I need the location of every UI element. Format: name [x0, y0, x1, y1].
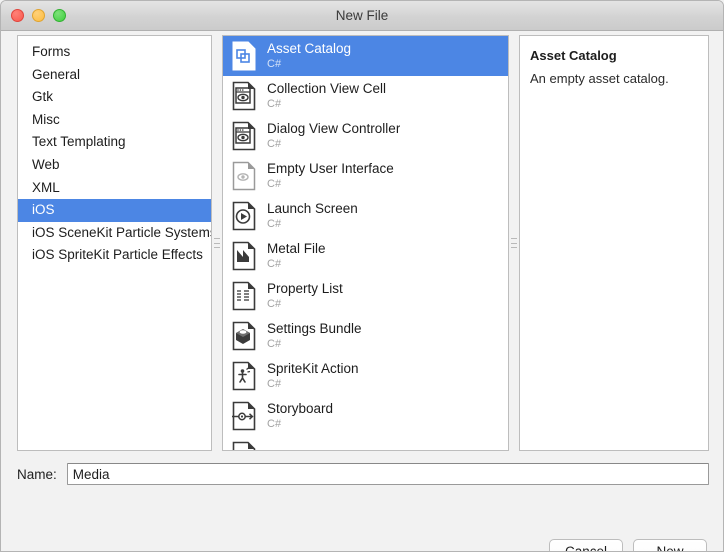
name-label: Name:	[17, 466, 57, 482]
template-language: C#	[267, 177, 282, 190]
partial-template-icon	[231, 441, 257, 450]
category-sidebar[interactable]: Forms General Gtk Misc Text Templating W…	[17, 35, 212, 451]
template-language: C#	[267, 97, 282, 110]
name-input[interactable]	[66, 463, 709, 485]
template-name: Dialog View Controller	[267, 121, 401, 136]
asset-catalog-icon	[231, 41, 257, 71]
sidebar-item-general[interactable]: General	[18, 64, 211, 87]
template-row-settings-bundle[interactable]: Settings Bundle C#	[223, 316, 508, 356]
sidebar-item-web[interactable]: Web	[18, 154, 211, 177]
storyboard-icon	[231, 401, 257, 431]
sidebar-list-splitter[interactable]	[212, 35, 222, 451]
collection-view-cell-icon	[231, 81, 257, 111]
template-name: Property List	[267, 281, 343, 296]
sidebar-item-forms[interactable]: Forms	[18, 41, 211, 64]
launch-screen-icon	[231, 201, 257, 231]
description-title: Asset Catalog	[530, 48, 617, 63]
template-row-metal-file[interactable]: Metal File C#	[223, 236, 508, 276]
cancel-button[interactable]: Cancel	[549, 539, 623, 551]
template-row-empty-user-interface[interactable]: Empty User Interface C#	[223, 156, 508, 196]
template-row-asset-catalog[interactable]: Asset Catalog C#	[223, 36, 508, 76]
spritekit-action-icon	[231, 361, 257, 391]
dialog-body: Forms General Gtk Misc Text Templating W…	[1, 31, 723, 551]
window-title: New File	[335, 8, 389, 23]
new-file-dialog-window: New File Forms General Gtk Misc Text Tem…	[0, 0, 724, 552]
template-row-text: SpriteKit Action C#	[267, 362, 359, 391]
template-name: Asset Catalog	[267, 41, 352, 56]
template-language: C#	[267, 377, 282, 390]
sidebar-item-gtk[interactable]: Gtk	[18, 86, 211, 109]
template-row-text: Launch Screen C#	[267, 202, 358, 231]
template-language: C#	[267, 337, 282, 350]
template-language: C#	[267, 57, 282, 70]
template-row-text: Dialog View Controller C#	[267, 122, 400, 151]
template-row-spritekit-action[interactable]: SpriteKit Action C#	[223, 356, 508, 396]
template-language: C#	[267, 137, 282, 150]
settings-bundle-icon	[231, 321, 257, 351]
template-name: Settings Bundle	[267, 321, 362, 336]
footer-buttons: Cancel New	[549, 539, 707, 551]
sidebar-item-ios-scenekit-particle-systems[interactable]: iOS SceneKit Particle Systems	[18, 222, 211, 245]
template-row-text: Storyboard C#	[267, 402, 333, 431]
template-name: Collection View Cell	[267, 81, 387, 96]
splitter-grip-icon	[511, 238, 517, 248]
metal-file-icon	[231, 241, 257, 271]
template-row-text: Property List C#	[267, 282, 343, 311]
panes-container: Forms General Gtk Misc Text Templating W…	[17, 35, 709, 451]
dialog-view-controller-icon	[231, 121, 257, 151]
sidebar-item-ios[interactable]: iOS	[18, 199, 211, 222]
template-language: C#	[267, 297, 282, 310]
splitter-grip-icon	[214, 238, 220, 248]
template-list-scroll[interactable]: Asset Catalog C# Collection View Cell C#…	[223, 36, 508, 450]
template-name: Metal File	[267, 241, 326, 256]
template-row-text: Metal File C#	[267, 242, 326, 271]
template-row-text: Settings Bundle C#	[267, 322, 362, 351]
property-list-icon	[231, 281, 257, 311]
template-list[interactable]: Asset Catalog C# Collection View Cell C#…	[222, 35, 509, 451]
template-row-text: Collection View Cell C#	[267, 82, 386, 111]
titlebar: New File	[1, 1, 723, 31]
new-button[interactable]: New	[633, 539, 707, 551]
template-language: C#	[267, 417, 282, 430]
description-text: An empty asset catalog.	[530, 71, 669, 86]
template-name: SpriteKit Action	[267, 361, 359, 376]
template-row-collection-view-cell[interactable]: Collection View Cell C#	[223, 76, 508, 116]
template-row-dialog-view-controller[interactable]: Dialog View Controller C#	[223, 116, 508, 156]
template-language: C#	[267, 217, 282, 230]
template-row-text: Empty User Interface C#	[267, 162, 394, 191]
template-row-property-list[interactable]: Property List C#	[223, 276, 508, 316]
list-description-splitter[interactable]	[509, 35, 519, 451]
sidebar-item-misc[interactable]: Misc	[18, 109, 211, 132]
template-name: Storyboard	[267, 401, 334, 416]
template-row-storyboard[interactable]: Storyboard C#	[223, 396, 508, 436]
empty-user-interface-icon	[231, 161, 257, 191]
template-row-partial[interactable]	[223, 436, 508, 450]
template-row-text: Asset Catalog C#	[267, 42, 351, 71]
sidebar-item-ios-spritekit-particle-effects[interactable]: iOS SpriteKit Particle Effects	[18, 244, 211, 267]
name-row: Name:	[17, 463, 709, 485]
sidebar-item-xml[interactable]: XML	[18, 177, 211, 200]
template-row-launch-screen[interactable]: Launch Screen C#	[223, 196, 508, 236]
template-language: C#	[267, 257, 282, 270]
template-name: Empty User Interface	[267, 161, 394, 176]
sidebar-item-text-templating[interactable]: Text Templating	[18, 131, 211, 154]
description-panel: Asset Catalog An empty asset catalog.	[519, 35, 709, 451]
template-name: Launch Screen	[267, 201, 358, 216]
